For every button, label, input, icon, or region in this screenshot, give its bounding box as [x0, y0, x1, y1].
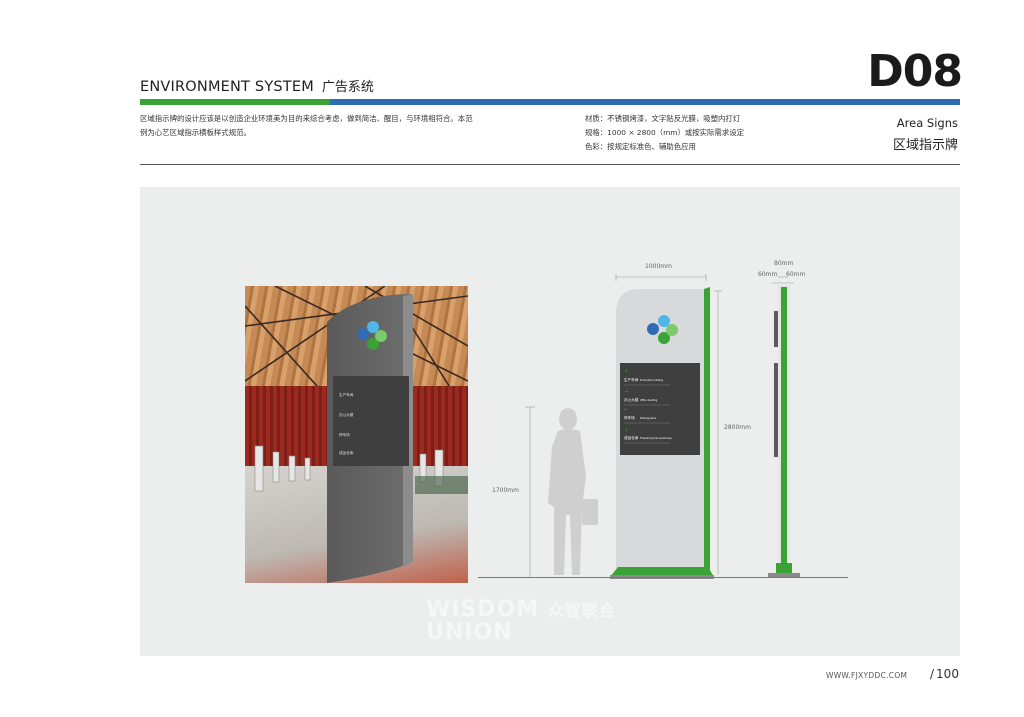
subtitle-cn: 区域指示牌: [892, 138, 958, 153]
svg-text:办公大楼: 办公大楼: [339, 412, 354, 417]
watermark: WISDOM 众智联合 UNION: [426, 599, 616, 644]
person-height-label: 1700mm: [492, 487, 519, 494]
svg-text:←: ←: [624, 407, 628, 413]
watermark-line: WISDOM: [426, 597, 540, 622]
description-line: 例为心艺区域指示横板样式规范。: [140, 128, 251, 137]
sign-photo: 生产车间 办公大楼 停车场 成品仓库: [327, 294, 413, 583]
title-cn: 广告系统: [321, 80, 374, 95]
side-left-label: 60mm: [758, 271, 778, 278]
specs: 材质：不锈钢烤漆，文字贴反光膜，吸塑内打灯 规格：1000 × 2800（mm）…: [585, 112, 744, 154]
height-dimension-label: 2800mm: [724, 424, 751, 431]
section-code: D08: [867, 46, 963, 97]
directory-item: 成品仓库: [624, 435, 639, 440]
illustration-panel: 生产车间 办公大楼 停车场 成品仓库 1700mm ↑ → ← ↓ 生产车间 P…: [140, 187, 960, 656]
subtitle-en: Area Signs: [896, 116, 958, 130]
directory-item: 生产车间: [624, 377, 639, 382]
directory-item-en: Parking place: [640, 417, 657, 420]
ground-line: [478, 577, 848, 578]
side-right-label: 60mm: [786, 271, 806, 278]
page-title: ENVIRONMENT SYSTEM 广告系统: [140, 76, 374, 95]
divider: [140, 164, 960, 165]
directory-item: 停车场: [624, 415, 635, 420]
page-number: /100: [930, 667, 959, 681]
svg-text:↓: ↓: [624, 427, 628, 433]
description-line: 区域指示牌的设计应该是以创造企业环境美为目的来综合考虑，做到简洁、醒目，与环境相…: [140, 114, 473, 123]
directory-item-en: Production building: [640, 379, 664, 382]
person-height-dimension: [525, 406, 535, 577]
svg-text:→: →: [624, 389, 628, 395]
svg-text:↑: ↑: [624, 369, 628, 375]
spec-color: 色彩：按规定标准色、辅助色应用: [585, 142, 696, 151]
watermark-cn: 众智联合: [547, 601, 616, 620]
svg-text:成品仓库: 成品仓库: [339, 450, 354, 455]
description: 区域指示牌的设计应该是以创造企业环境美为目的来综合考虑，做到简洁、醒目，与环境相…: [140, 112, 530, 140]
directory-item-en: Office building: [640, 399, 658, 402]
spec-material: 材质：不锈钢烤漆，文字贴反光膜，吸塑内打灯: [585, 114, 741, 123]
blue-bar: [330, 99, 960, 105]
person-silhouette: [548, 408, 598, 575]
spec-size: 规格：1000 × 2800（mm）或按实际需求设定: [585, 128, 744, 137]
green-bar: [140, 99, 330, 105]
photo-mockup: 生产车间 办公大楼 停车场 成品仓库: [245, 286, 468, 583]
svg-text:停车场: 停车场: [339, 432, 350, 437]
directory-item: 办公大楼: [624, 397, 639, 402]
watermark-line: UNION: [426, 620, 513, 645]
title-en: ENVIRONMENT SYSTEM: [140, 79, 314, 95]
sign-side-elevation: [768, 276, 800, 577]
directory-item-en: Finished goods warehouse: [640, 437, 672, 440]
width-dimension-label: 1000mm: [645, 263, 672, 270]
page-number-value: 100: [936, 667, 959, 681]
svg-text:生产车间: 生产车间: [339, 392, 354, 397]
directory-panel: [620, 363, 700, 455]
footer-url: WWW.FJXYDDC.COM: [826, 671, 908, 680]
depth-dimension-label: 80mm: [774, 260, 794, 267]
